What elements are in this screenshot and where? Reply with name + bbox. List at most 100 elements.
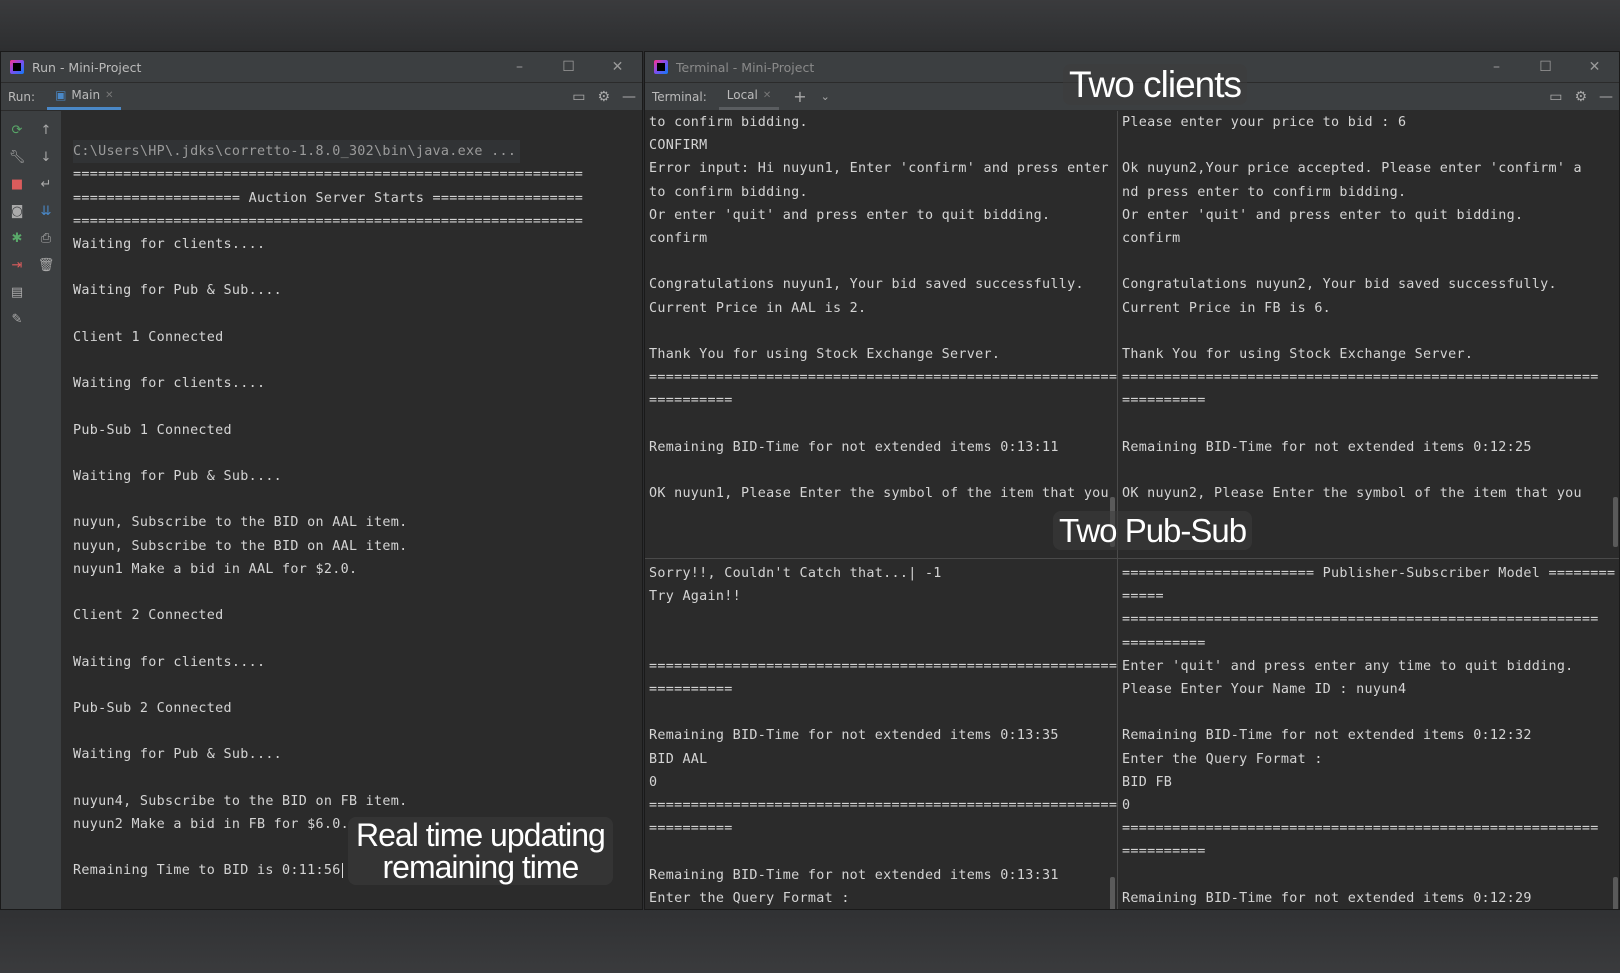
maximize-button[interactable]: ☐	[544, 59, 593, 75]
run-side-toolbar: ⟳ 🔧︎ ■ ◙ ✱ ⇥ ▤ ✎ ↑ ↓ ↵ ⇊ ⎙ 🗑︎	[1, 111, 61, 909]
console-line: CONFIRM	[649, 138, 708, 154]
console-line: ==========	[649, 681, 733, 697]
console-line: ========================================…	[649, 370, 1117, 386]
hide-icon[interactable]: —	[1599, 89, 1613, 105]
scrollbar[interactable]	[1613, 877, 1618, 909]
console-line: to confirm bidding.	[649, 115, 808, 130]
trash-icon[interactable]: 🗑︎	[38, 252, 55, 279]
terminal-pane-top-left[interactable]: to confirm bidding. CONFIRM Error input: H…	[645, 111, 1117, 555]
stop-icon[interactable]: ■	[11, 171, 23, 198]
run-console[interactable]: C:\Users\HP\.jdks\corretto-1.8.0_302\bin…	[73, 111, 634, 909]
console-line: Enter 'quit' and press enter any time to…	[1122, 658, 1574, 674]
console-line: Ok nuyun2,Your price accepted. Please en…	[1122, 161, 1582, 177]
terminal-pane-bottom-left[interactable]: Sorry!!, Couldn't Catch that...| -1 Try A…	[645, 562, 1117, 909]
print-icon[interactable]: ⎙	[41, 225, 51, 252]
gear-icon[interactable]: ⚙	[1574, 89, 1587, 105]
console-line: ========================================…	[1122, 612, 1599, 628]
console-cursor	[341, 863, 343, 879]
terminal-tool-icons: ▭ ⚙ —	[1549, 83, 1613, 110]
console-line: Remaining BID-Time for not extended item…	[649, 867, 1059, 883]
run-window-controls: – ☐ ✕	[495, 52, 642, 82]
console-line: 0	[1122, 798, 1131, 814]
console-line: nuyun1 Make a bid in AAL for $2.0.	[73, 561, 358, 577]
layout-icon[interactable]: ▭	[1549, 89, 1562, 105]
console-line: OK nuyun1, Please Enter the symbol of th…	[649, 486, 1109, 502]
run-toolbar: Run: ▣ Main ✕ ▭ ⚙ —	[1, 83, 642, 111]
minimize-button[interactable]: –	[1472, 59, 1521, 75]
pane-divider-horizontal[interactable]	[645, 558, 1619, 559]
console-line: =====	[1122, 589, 1164, 605]
console-line: Remaining BID-Time for not extended item…	[1122, 890, 1532, 906]
run-window-title: Run - Mini-Project	[32, 59, 142, 75]
arrow-up-icon[interactable]: ↑	[41, 117, 52, 144]
hide-icon[interactable]: —	[622, 89, 636, 105]
scroll-to-end-icon[interactable]: ⇊	[41, 198, 52, 225]
terminal-window: Terminal - Mini-Project – ☐ ✕ Terminal: …	[644, 51, 1620, 910]
console-line: Current Price in AAL is 2.	[649, 300, 867, 316]
console-line: Current Price in FB is 6.	[1122, 300, 1332, 316]
console-line: Remaining BID-Time for not extended item…	[1122, 439, 1532, 455]
layout-grid-icon[interactable]: ▤	[11, 279, 23, 306]
terminal-pane-bottom-right[interactable]: ======================= Publisher-Subscr…	[1118, 562, 1619, 909]
chevron-down-icon[interactable]: ⌄	[821, 90, 830, 103]
java-command: C:\Users\HP\.jdks\corretto-1.8.0_302\bin…	[73, 140, 521, 164]
console-line: Waiting for Pub & Sub....	[73, 747, 283, 763]
close-button[interactable]: ✕	[1570, 59, 1619, 75]
camera-icon[interactable]: ◙	[11, 198, 24, 225]
pin-icon[interactable]: ✎	[12, 306, 23, 333]
run-window: Run - Mini-Project – ☐ ✕ Run: ▣ Main ✕ ▭…	[0, 51, 643, 910]
console-line: ======================= Publisher-Subscr…	[1122, 566, 1616, 581]
console-line: OK nuyun2, Please Enter the symbol of th…	[1122, 486, 1582, 502]
console-line: nuyun, Subscribe to the BID on AAL item.	[73, 515, 408, 531]
maximize-button[interactable]: ☐	[1521, 59, 1570, 75]
soft-wrap-icon[interactable]: ↵	[41, 171, 52, 198]
tab-main[interactable]: ▣ Main ✕	[47, 83, 122, 110]
run-titlebar: Run - Mini-Project – ☐ ✕	[1, 52, 642, 83]
tab-main-label: Main	[71, 88, 101, 102]
rerun-icon[interactable]: ⟳	[12, 117, 23, 144]
intellij-app-icon	[654, 60, 668, 74]
minimize-button[interactable]: –	[495, 59, 544, 75]
tab-local[interactable]: Local ✕	[718, 83, 780, 110]
arrow-down-icon[interactable]: ↓	[41, 144, 52, 171]
scrollbar[interactable]	[1613, 497, 1618, 547]
close-tab-icon[interactable]: ✕	[105, 90, 113, 101]
debug-icon[interactable]: ✱	[12, 225, 23, 252]
console-line: nuyun4, Subscribe to the BID on FB item.	[73, 793, 408, 809]
gear-icon[interactable]: ⚙	[597, 89, 610, 105]
tab-local-label: Local	[726, 88, 758, 102]
terminal-pane-top-right[interactable]: Please enter your price to bid : 6 Ok nuy…	[1118, 111, 1619, 555]
console-line: Remaining BID-Time for not extended item…	[649, 728, 1059, 744]
console-line: Waiting for clients....	[73, 654, 266, 670]
terminal-window-title: Terminal - Mini-Project	[676, 59, 815, 75]
console-line: Remaining BID-Time for not extended item…	[1122, 728, 1532, 744]
console-line: ========================================…	[73, 213, 584, 229]
console-line: Please Enter Your Name ID : nuyun4	[1122, 682, 1407, 698]
close-button[interactable]: ✕	[593, 59, 642, 75]
wrench-icon[interactable]: 🔧︎	[9, 144, 26, 171]
console-line: Waiting for clients....	[73, 237, 266, 253]
console-line: Pub-Sub 2 Connected	[73, 700, 232, 716]
run-label: Run:	[8, 89, 36, 104]
terminal-label: Terminal:	[652, 89, 707, 104]
scrollbar[interactable]	[1110, 877, 1115, 909]
close-tab-icon[interactable]: ✕	[763, 90, 771, 101]
console-line: Sorry!!, Couldn't Catch that...| -1	[649, 566, 942, 581]
exit-icon[interactable]: ⇥	[12, 252, 23, 279]
console-line: Congratulations nuyun2, Your bid saved s…	[1122, 277, 1557, 293]
new-tab-icon[interactable]: +	[793, 87, 806, 106]
layout-icon[interactable]: ▭	[572, 89, 585, 105]
